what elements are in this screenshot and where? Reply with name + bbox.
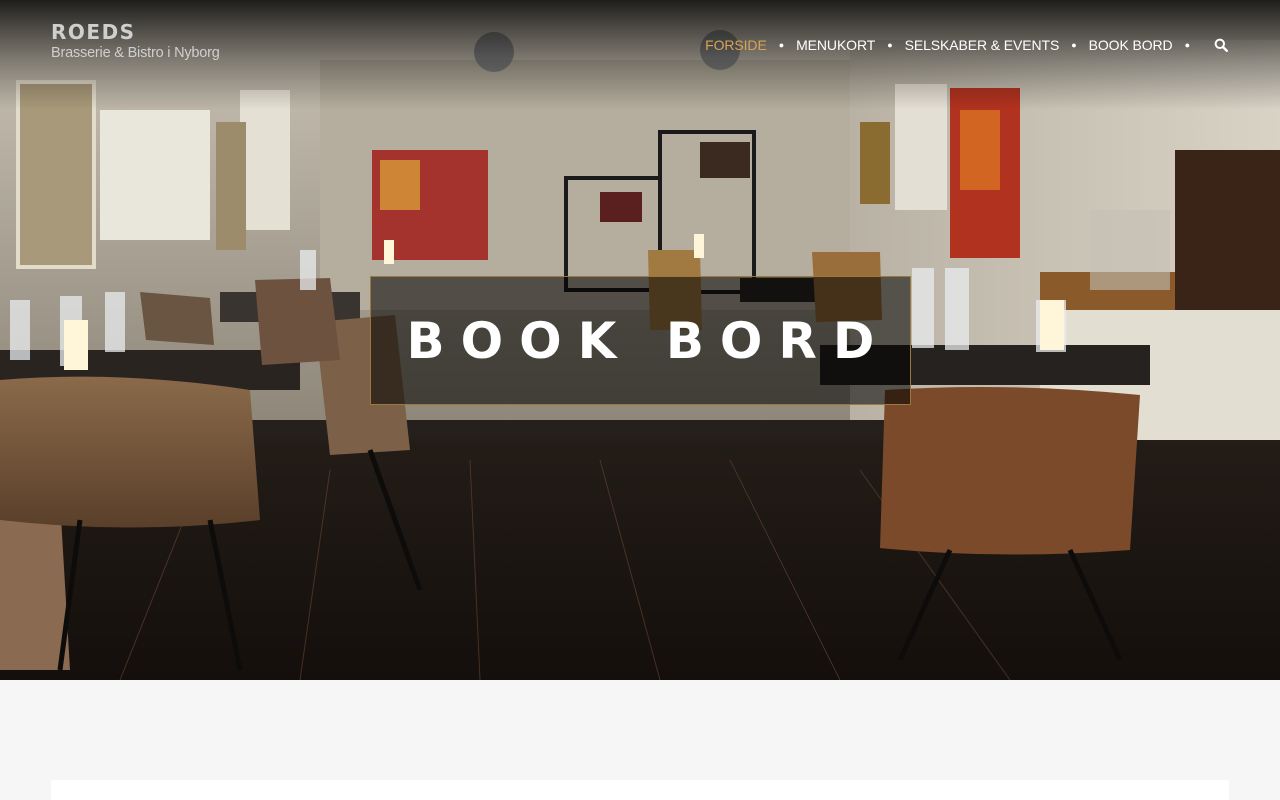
nav-separator: ● xyxy=(1184,40,1190,50)
nav-separator: ● xyxy=(1071,40,1077,50)
site-logo[interactable]: ROEDS Brasserie & Bistro i Nyborg xyxy=(51,20,220,62)
page-title: BOOK BORD xyxy=(406,311,891,370)
logo-tagline: Brasserie & Bistro i Nyborg xyxy=(51,45,220,61)
nav-item-menukort[interactable]: MENUKORT xyxy=(796,37,875,53)
nav-item-forside[interactable]: FORSIDE xyxy=(705,37,767,53)
nav-separator: ● xyxy=(778,40,785,50)
nav-separator: ● xyxy=(887,40,893,50)
nav-item-selskaber-events[interactable]: SELSKABER & EVENTS xyxy=(905,37,1060,53)
logo-brand: ROEDS xyxy=(51,20,136,44)
hero-title-box: BOOK BORD xyxy=(370,276,911,405)
main-nav: FORSIDE ● MENUKORT ● SELSKABER & EVENTS … xyxy=(705,36,1229,54)
nav-item-book-bord[interactable]: BOOK BORD xyxy=(1089,37,1173,53)
content-card xyxy=(51,780,1229,800)
search-icon[interactable] xyxy=(1214,38,1229,53)
